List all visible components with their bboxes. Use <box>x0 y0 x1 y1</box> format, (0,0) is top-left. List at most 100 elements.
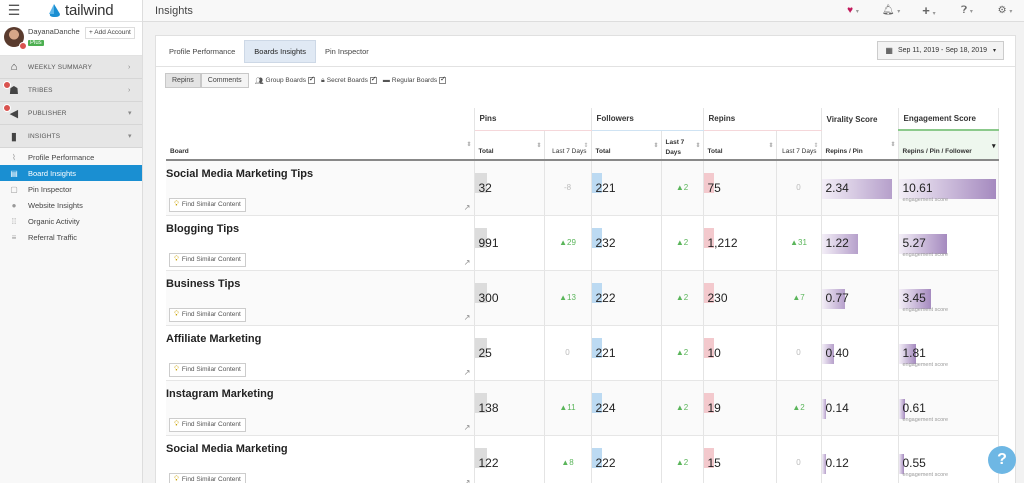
grid-icon: ⁞⁞ <box>11 216 17 226</box>
nav-publisher[interactable]: ◀ PUBLISHER ▾ <box>0 102 142 125</box>
repins-total: 230 <box>707 290 728 305</box>
subnav-website-insights[interactable]: ● Website Insights <box>0 197 142 213</box>
subnav-pin-inspector[interactable]: ▢ Pin Inspector <box>0 181 142 197</box>
board-name[interactable]: Business Tips <box>166 278 474 290</box>
add-account-button[interactable]: + Add Account <box>85 27 135 39</box>
followers-last7-header[interactable]: Last 7 Days ⇕ <box>661 130 704 161</box>
subnav-board-insights[interactable]: ▤ Board Insights <box>0 165 142 181</box>
nav-weekly-summary[interactable]: ⌂ WEEKLY SUMMARY › <box>0 56 142 79</box>
logo[interactable]: tailwind <box>48 2 114 19</box>
engagement-header[interactable]: Repins / Pin / Follower ▾ <box>898 130 999 161</box>
find-similar-button[interactable]: 💡︎ Find Similar Content <box>169 252 246 267</box>
pins-last7-header[interactable]: Last 7 Days ⇕ <box>544 130 592 161</box>
subnav-label: Organic Activity <box>28 216 80 226</box>
board-name[interactable]: Blogging Tips <box>166 223 474 235</box>
repins-total: 19 <box>707 400 721 415</box>
followers-total-header[interactable]: Total ⇕ <box>591 130 662 161</box>
secret-boards-checkbox[interactable] <box>369 75 377 84</box>
find-similar-button[interactable]: 💡︎ Find Similar Content <box>169 197 246 212</box>
pins-total-cell: 25 <box>474 325 545 381</box>
tab-boards-insights[interactable]: Boards Insights <box>244 39 316 63</box>
find-similar-button[interactable]: 💡︎ Find Similar Content <box>169 307 246 322</box>
subnav-profile-performance[interactable]: ⌇ Profile Performance <box>0 149 142 165</box>
external-link-icon[interactable]: ↗ <box>464 313 471 322</box>
repins-last7-header[interactable]: Last 7 Days ⇕ <box>776 130 822 161</box>
header-label: Last 7 Days <box>782 148 817 155</box>
board-name[interactable]: Instagram Marketing <box>166 388 474 400</box>
group-boards-checkbox[interactable] <box>308 75 315 84</box>
pins-change: ▲11 <box>544 380 592 436</box>
nav-insights[interactable]: ▮ INSIGHTS ▾ <box>0 125 142 148</box>
repins-total: 10 <box>707 345 721 360</box>
board-column-header[interactable]: Board ⇕ <box>166 130 475 161</box>
engagement-score: 0.61 <box>902 400 926 415</box>
avatar[interactable] <box>4 27 27 50</box>
repins-change: 0 <box>776 325 822 381</box>
subnav-label: Pin Inspector <box>28 184 72 194</box>
notifications-button[interactable]: 🔔︎ ▾ <box>872 5 910 16</box>
engagement-cell: 1.81 engagement score <box>898 325 999 381</box>
repins-change: 0 <box>776 160 822 216</box>
notification-badge <box>3 104 11 112</box>
board-name[interactable]: Social Media Marketing <box>166 443 474 455</box>
followers-total: 222 <box>595 290 616 305</box>
pins-total-cell: 32 <box>474 160 545 216</box>
find-similar-label: Find Similar Content <box>181 476 241 483</box>
external-link-icon[interactable]: ↗ <box>464 258 471 267</box>
board-cell: Instagram Marketing 💡︎ Find Similar Conten… <box>166 380 475 436</box>
hamburger-menu-icon[interactable]: ☰ <box>0 2 28 19</box>
heart-menu-button[interactable]: ♥ ▾ <box>834 5 872 16</box>
board-name[interactable]: Social Media Marketing Tips <box>166 168 474 180</box>
pins-total: 32 <box>478 180 492 195</box>
virality-score: 0.14 <box>825 400 849 415</box>
find-similar-button[interactable]: 💡︎ Find Similar Content <box>169 362 246 377</box>
repins-total-header[interactable]: Total ⇕ <box>703 130 777 161</box>
board-name[interactable]: Affiliate Marketing <box>166 333 474 345</box>
repins-toggle[interactable]: Repins <box>165 73 201 88</box>
date-range-picker[interactable]: ▦ Sep 11, 2019 - Sep 18, 2019 ▾ <box>877 41 1004 60</box>
subnav-referral-traffic[interactable]: ≡ Referral Traffic <box>0 229 142 245</box>
gear-icon: ⚙ <box>997 5 1007 16</box>
tab-pin-inspector[interactable]: Pin Inspector <box>316 40 378 63</box>
engagement-score-label: engagement score <box>902 306 949 313</box>
followers-total: 221 <box>595 180 616 195</box>
find-similar-button[interactable]: 💡︎ Find Similar Content <box>169 472 246 483</box>
find-similar-button[interactable]: 💡︎ Find Similar Content <box>169 417 246 432</box>
nav-label: PUBLISHER <box>28 109 67 117</box>
chevron-right-icon: › <box>128 63 131 71</box>
sort-icon: ⇕ <box>583 142 589 149</box>
repins-change: 0 <box>776 435 822 483</box>
help-chat-button[interactable]: ? <box>988 446 1016 474</box>
table-row: Affiliate Marketing 💡︎ Find Similar Conten… <box>166 325 999 381</box>
user-row: DayanaDanchev Plus + Add Account <box>0 22 142 56</box>
repins-change: ▲2 <box>776 380 822 436</box>
external-link-icon[interactable]: ↗ <box>464 203 471 212</box>
find-similar-label: Find Similar Content <box>181 366 241 373</box>
tab-profile-performance[interactable]: Profile Performance <box>160 40 244 63</box>
comments-toggle[interactable]: Comments <box>200 73 249 88</box>
nav-tribes[interactable]: ☗ TRIBES › <box>0 79 142 102</box>
external-link-icon[interactable]: ↗ <box>464 368 471 377</box>
header-label: Repins / Pin <box>825 148 863 155</box>
help-menu-button[interactable]: ❓︎ ▾ <box>948 5 986 16</box>
pins-total-header[interactable]: Total ⇕ <box>474 130 545 161</box>
engagement-score: 5.27 <box>902 235 926 250</box>
regular-boards-checkbox[interactable] <box>439 75 447 84</box>
external-link-icon[interactable]: ↗ <box>464 478 471 483</box>
nav-label: TRIBES <box>28 86 53 94</box>
chevron-down-icon: ▾ <box>128 110 132 117</box>
table-row: Social Media Marketing 💡︎ Find Similar Con… <box>166 435 999 483</box>
sort-icon: ⇕ <box>653 142 659 149</box>
heart-icon: ♥ <box>847 5 854 16</box>
followers-total-cell: 232 <box>591 215 662 271</box>
virality-score: 0.40 <box>825 345 849 360</box>
header-label: Last 7 Days <box>665 139 685 156</box>
external-link-icon[interactable]: ↗ <box>464 423 471 432</box>
subnav-organic-activity[interactable]: ⁞⁞ Organic Activity <box>0 213 142 229</box>
top-bar: Insights ♥ ▾ 🔔︎ ▾ + ▾ ❓︎ ▾ ⚙ ▾ <box>143 0 1024 22</box>
settings-button[interactable]: ⚙ ▾ <box>986 5 1024 16</box>
board-header-label: Board <box>170 148 189 155</box>
add-button[interactable]: + ▾ <box>910 3 948 18</box>
virality-cell: 0.40 <box>821 325 899 381</box>
virality-header[interactable]: Repins / Pin ⇕ <box>821 130 899 161</box>
